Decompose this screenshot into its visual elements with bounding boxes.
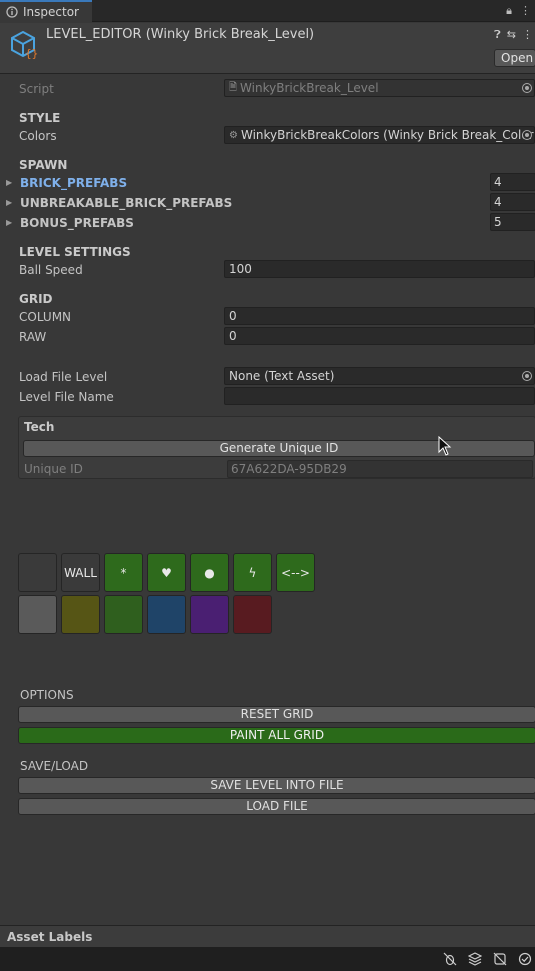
brick-prefabs-count[interactable]: 4 — [490, 173, 535, 191]
asset-labels-bar[interactable]: Asset Labels — [0, 925, 535, 947]
preset-icon[interactable]: ⇆ — [507, 28, 516, 42]
color-swatch-red[interactable] — [233, 595, 272, 634]
reset-grid-button[interactable]: RESET GRID — [18, 706, 535, 723]
raw-label: RAW — [19, 330, 47, 344]
foldout-arrow-icon[interactable]: ▶ — [6, 178, 12, 187]
saveload-section-title: SAVE/LOAD — [20, 759, 89, 773]
object-picker-icon[interactable] — [522, 371, 532, 381]
tab-label: Inspector — [23, 5, 79, 19]
brick-prefabs-foldout[interactable]: BRICK_PREFABS — [20, 176, 127, 190]
color-swatch-blue[interactable] — [147, 595, 186, 634]
kebab-menu-icon[interactable]: ⋮ — [522, 28, 533, 42]
script-file-icon: 🗎︎ — [229, 81, 238, 93]
colors-value: WinkyBrickBreakColors (Winky Brick Break… — [240, 128, 534, 142]
script-label: Script — [19, 82, 54, 96]
color-swatch-green[interactable] — [104, 595, 143, 634]
foldout-arrow-icon[interactable]: ▶ — [6, 198, 12, 207]
bonus-prefabs-count[interactable]: 5 — [490, 213, 535, 231]
level-file-name-input[interactable] — [224, 387, 535, 405]
load-file-level-field[interactable]: None (Text Asset) — [224, 367, 535, 385]
foldout-arrow-icon[interactable]: ▶ — [6, 218, 12, 227]
unbreakable-prefabs-foldout[interactable]: UNBREAKABLE_BRICK_PREFABS — [20, 196, 232, 210]
help-icon[interactable]: ❓︎ — [494, 28, 501, 42]
script-field: 🗎︎ WinkyBrickBreak_Level — [224, 79, 535, 97]
generate-unique-id-button[interactable]: Generate Unique ID — [23, 440, 535, 457]
color-swatch-olive[interactable] — [61, 595, 100, 634]
tab-bar: Inspector 🔒︎ ⋮ — [0, 0, 535, 22]
check-circle-icon[interactable] — [517, 951, 533, 967]
bonus-prefabs-foldout[interactable]: BONUS_PREFABS — [20, 216, 134, 230]
object-header: {} LEVEL_EDITOR (Winky Brick Break_Level… — [0, 23, 535, 74]
palette-ball-button[interactable]: ● — [190, 553, 229, 592]
scriptable-object-icon: {} — [11, 30, 38, 59]
kebab-menu-icon[interactable]: ⋮ — [520, 4, 531, 18]
level-settings-title: LEVEL SETTINGS — [19, 245, 131, 259]
column-input[interactable]: 0 — [224, 307, 535, 325]
column-label: COLUMN — [19, 310, 72, 324]
load-file-level-value: None (Text Asset) — [229, 369, 335, 383]
palette-expand-button[interactable]: <--> — [276, 553, 315, 592]
colors-field[interactable]: ⚙︎ WinkyBrickBreakColors (Winky Brick Br… — [224, 126, 535, 144]
color-swatch-purple[interactable] — [190, 595, 229, 634]
mouse-cursor-icon — [438, 436, 452, 456]
object-picker-icon[interactable] — [522, 83, 532, 93]
style-section-title: STYLE — [19, 111, 61, 125]
ball-speed-label: Ball Speed — [19, 263, 83, 277]
svg-text:{}: {} — [25, 47, 38, 59]
tech-panel: Tech Generate Unique ID Unique ID 67A622… — [18, 416, 535, 479]
lock-icon[interactable]: 🔒︎ — [506, 4, 512, 18]
load-file-button[interactable]: LOAD FILE — [18, 798, 535, 815]
colors-label: Colors — [19, 129, 57, 143]
tab-inspector[interactable]: Inspector — [0, 0, 92, 22]
load-file-level-label: Load File Level — [19, 370, 108, 384]
info-icon — [6, 6, 18, 18]
unique-id-field: 67A622DA-95DB29 — [227, 460, 533, 478]
palette-heart-button[interactable]: ♥ — [147, 553, 186, 592]
grid-section-title: GRID — [19, 292, 53, 306]
save-level-button[interactable]: SAVE LEVEL INTO FILE — [18, 777, 535, 794]
open-button[interactable]: Open — [494, 49, 535, 67]
ball-speed-input[interactable]: 100 — [224, 260, 535, 278]
palette-empty-button[interactable] — [18, 553, 57, 592]
object-title: LEVEL_EDITOR (Winky Brick Break_Level) — [46, 27, 315, 42]
palette-brick-button[interactable]: * — [104, 553, 143, 592]
script-value: WinkyBrickBreak_Level — [240, 81, 379, 95]
status-bar — [0, 947, 535, 971]
debug-off-icon[interactable] — [442, 951, 458, 967]
unique-id-label: Unique ID — [24, 462, 83, 476]
tech-title: Tech — [24, 420, 55, 434]
color-swatch-gray[interactable] — [18, 595, 57, 634]
raw-input[interactable]: 0 — [224, 327, 535, 345]
paint-all-grid-button[interactable]: PAINT ALL GRID — [18, 727, 535, 744]
palette-wall-button[interactable]: WALL — [61, 553, 100, 592]
object-picker-icon[interactable] — [522, 130, 532, 140]
unbreakable-prefabs-count[interactable]: 4 — [490, 193, 535, 211]
wifi-off-icon[interactable] — [492, 951, 508, 967]
asset-labels-title: Asset Labels — [7, 930, 93, 944]
options-section-title: OPTIONS — [20, 688, 74, 702]
palette-lightning-button[interactable]: ϟ — [233, 553, 272, 592]
asset-icon: ⚙︎ — [229, 129, 238, 141]
layers-icon[interactable] — [467, 951, 483, 967]
spawn-section-title: SPAWN — [19, 158, 68, 172]
level-file-name-label: Level File Name — [19, 390, 114, 404]
